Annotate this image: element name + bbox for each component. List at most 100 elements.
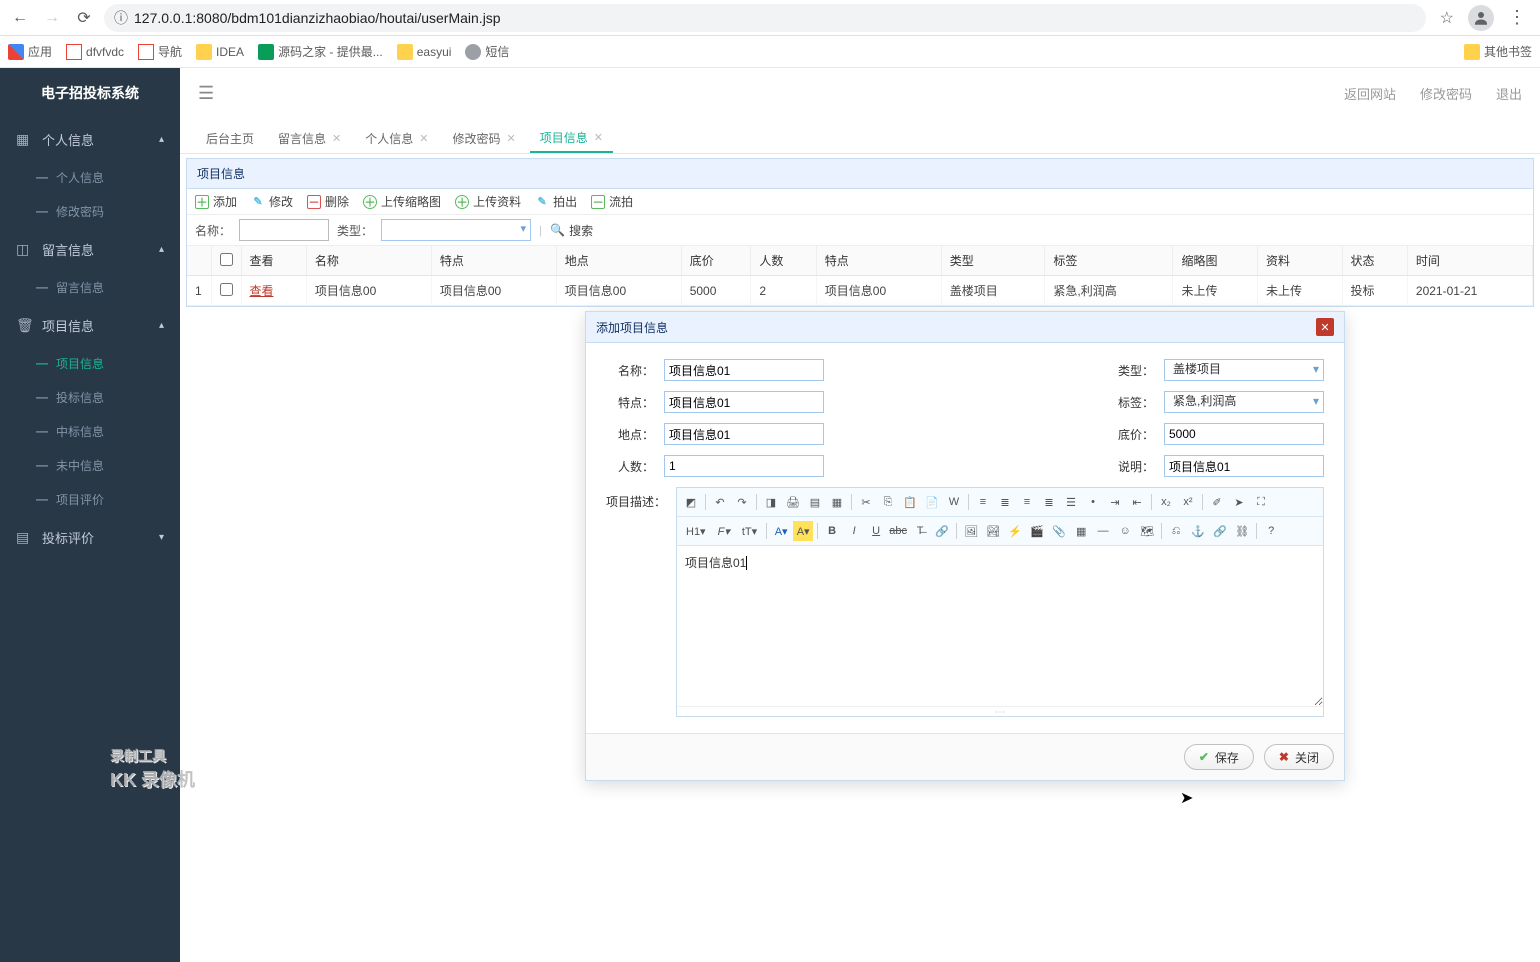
search-name-input[interactable] [239,219,329,241]
flash-icon[interactable]: ⚡ [1005,521,1025,541]
reload-button[interactable]: ⟳ [72,6,96,30]
bold-icon[interactable]: B [822,521,842,541]
print-icon[interactable]: 🖨 [783,492,803,512]
edit-button[interactable]: ✎修改 [251,193,293,210]
bookmark-other[interactable]: 其他书签 [1464,43,1532,60]
upload-thumb-button[interactable]: ＋上传缩略图 [363,193,441,210]
bookmark-item-4[interactable]: easyui [397,44,452,60]
align-left-icon[interactable]: ≡ [973,492,993,512]
remove-format-icon[interactable]: T̶ [910,521,930,541]
loc-input[interactable] [664,423,824,445]
hamburger-icon[interactable]: ☰ [198,83,214,104]
address-bar[interactable]: ⓘ 127.0.0.1:8080/bdm101dianzizhaobiao/ho… [104,4,1426,32]
select-all-checkbox[interactable] [220,253,233,266]
clear-icon[interactable]: ✐ [1207,492,1227,512]
bookmark-item-5[interactable]: 短信 [465,43,509,60]
link-format-icon[interactable]: 🔗 [932,521,952,541]
sidebar-item-win-info[interactable]: —中标信息 [36,414,180,448]
strike-icon[interactable]: abc [888,521,908,541]
close-button[interactable]: ✖关闭 [1264,744,1334,770]
back-color-icon[interactable]: A▾ [793,521,813,541]
paste-text-icon[interactable]: 📄 [922,492,942,512]
search-type-select[interactable] [381,219,531,241]
anchor-icon[interactable]: ⚓ [1188,521,1208,541]
hr-icon[interactable]: — [1093,521,1113,541]
back-button[interactable]: ← [8,6,32,30]
table-icon[interactable]: ▦ [1071,521,1091,541]
upload-material-button[interactable]: ＋上传资料 [455,193,521,210]
underline-icon[interactable]: U [866,521,886,541]
name-input[interactable] [664,359,824,381]
sidebar-item-change-pwd[interactable]: —修改密码 [36,194,180,228]
sub-icon[interactable]: x₂ [1156,492,1176,512]
emoji-icon[interactable]: ☺ [1115,521,1135,541]
sidebar-item-project-review[interactable]: —项目评价 [36,482,180,516]
heading-select[interactable]: H1▾ [681,521,711,541]
page-break-icon[interactable]: ⎌ [1166,521,1186,541]
bookmark-item-2[interactable]: IDEA [196,44,244,60]
close-icon[interactable]: ✕ [419,132,428,145]
sidebar-group-personal[interactable]: ▦个人信息▴ [0,118,180,160]
browser-menu-icon[interactable]: ⋮ [1502,7,1532,28]
select-el-icon[interactable]: ➤ [1229,492,1249,512]
sidebar-item-bid-info[interactable]: —投标信息 [36,380,180,414]
indent-icon[interactable]: ⇥ [1105,492,1125,512]
desc-input[interactable] [1164,455,1324,477]
bookmark-star-icon[interactable]: ☆ [1440,8,1454,28]
row-checkbox[interactable] [220,283,233,296]
italic-icon[interactable]: I [844,521,864,541]
price-input[interactable] [1164,423,1324,445]
add-button[interactable]: ＋添加 [195,193,237,210]
sidebar-item-personal-info[interactable]: —个人信息 [36,160,180,194]
tab-home[interactable]: 后台主页 [196,123,264,153]
dialog-close-button[interactable]: ✕ [1316,318,1334,336]
sidebar-item-project-info[interactable]: —项目信息 [36,346,180,380]
fullscreen-icon[interactable]: ⛶ [1251,492,1271,512]
topbar-back[interactable]: 返回网站 [1344,84,1396,103]
site-info-icon[interactable]: ⓘ [114,8,128,28]
fore-color-icon[interactable]: A▾ [771,521,791,541]
tab-personal[interactable]: 个人信息✕ [355,123,438,153]
flow-button[interactable]: －流拍 [591,193,633,210]
people-input[interactable] [664,455,824,477]
table-row[interactable]: 1 查看 项目信息00 项目信息00 项目信息00 5000 2 项目信息00 … [187,276,1533,306]
sidebar-group-project[interactable]: 🗑项目信息▴ [0,304,180,346]
multi-image-icon[interactable]: 🏞 [983,521,1003,541]
view-link[interactable]: 查看 [250,284,274,298]
close-icon[interactable]: ✕ [332,132,341,145]
close-icon[interactable]: ✕ [594,131,603,144]
link-icon[interactable]: 🔗 [1210,521,1230,541]
tab-project[interactable]: 项目信息✕ [530,123,613,153]
undo-icon[interactable]: ↶ [710,492,730,512]
preview-icon[interactable]: ◨ [761,492,781,512]
save-button[interactable]: ✔保存 [1184,744,1254,770]
align-right-icon[interactable]: ≡ [1017,492,1037,512]
sup-icon[interactable]: x² [1178,492,1198,512]
file-icon[interactable]: 📎 [1049,521,1069,541]
profile-avatar[interactable] [1468,5,1494,31]
sidebar-group-message[interactable]: ◫留言信息▴ [0,228,180,270]
cut-icon[interactable]: ✂ [856,492,876,512]
copy-icon[interactable]: ⎘ [878,492,898,512]
tab-message[interactable]: 留言信息✕ [268,123,351,153]
media-icon[interactable]: 🎬 [1027,521,1047,541]
align-center-icon[interactable]: ≣ [995,492,1015,512]
feat-input[interactable] [664,391,824,413]
topbar-logout[interactable]: 退出 [1496,84,1522,103]
ul-icon[interactable]: • [1083,492,1103,512]
forward-button[interactable]: → [40,6,64,30]
sidebar-item-message[interactable]: —留言信息 [36,270,180,304]
ol-icon[interactable]: ☰ [1061,492,1081,512]
tag-select[interactable]: 紧急,利润高 [1164,391,1324,413]
delete-button[interactable]: －删除 [307,193,349,210]
paste-icon[interactable]: 📋 [900,492,920,512]
bookmark-item-0[interactable]: dfvfvdc [66,44,124,60]
tab-pwd[interactable]: 修改密码✕ [442,123,525,153]
image-icon[interactable]: 🖼 [961,521,981,541]
type-select[interactable]: 盖楼项目 [1164,359,1324,381]
template-icon[interactable]: ▤ [805,492,825,512]
source-icon[interactable]: ◩ [681,492,701,512]
font-family-select[interactable]: F▾ [713,521,735,541]
close-icon[interactable]: ✕ [507,132,516,145]
justify-icon[interactable]: ≣ [1039,492,1059,512]
